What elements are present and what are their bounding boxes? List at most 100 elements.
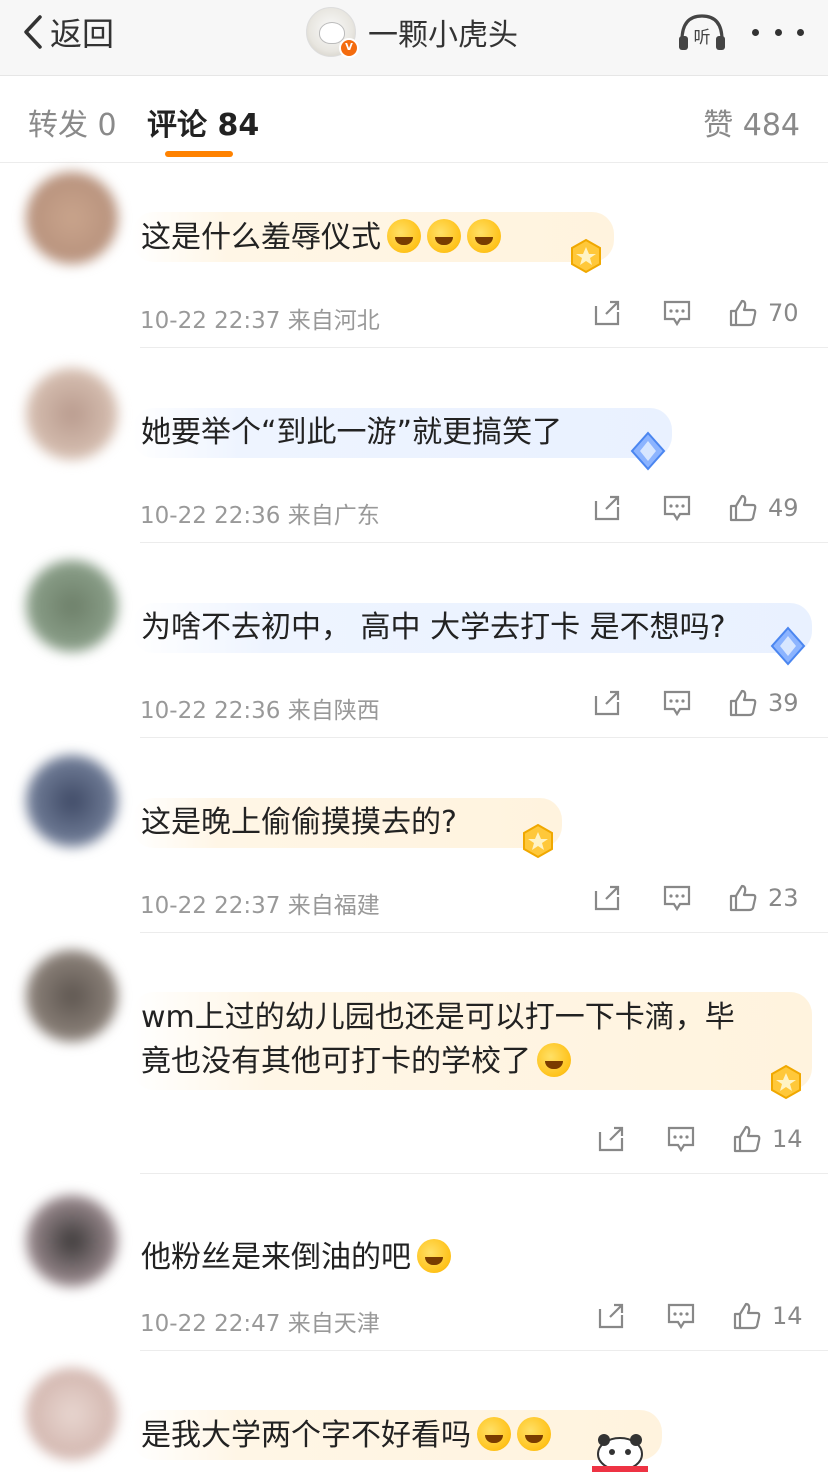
share-icon[interactable] <box>592 883 622 917</box>
comment-location: 来自河北 <box>287 308 380 334</box>
verified-badge: V <box>339 38 359 58</box>
share-icon[interactable] <box>596 1124 626 1158</box>
avatar[interactable] <box>26 368 118 460</box>
comment-meta: 10-22 22:37 来自河北 <box>140 301 380 335</box>
like-count: 70 <box>768 299 799 327</box>
comment-time: 10-22 22:47 <box>140 1311 281 1337</box>
like-button[interactable]: 14 <box>732 1301 803 1331</box>
comment-divider <box>140 1173 828 1174</box>
tabs-divider <box>0 162 828 163</box>
comment-text: 这是晚上偷偷摸摸去的? <box>141 805 457 840</box>
comment-divider <box>140 542 828 543</box>
comment-divider <box>140 737 828 738</box>
comment-icon[interactable] <box>666 1124 696 1158</box>
comment-meta: 10-22 22:36 来自陕西 <box>140 691 380 725</box>
panda-sticker-icon <box>592 1434 648 1472</box>
comment-location: 来自天津 <box>287 1311 380 1337</box>
comment-actions: 14 <box>596 1301 806 1333</box>
comment-text: 这是什么羞辱仪式 <box>141 216 501 260</box>
avatar[interactable] <box>26 1195 118 1287</box>
back-label: 返回 <box>50 15 115 53</box>
more-dots-icon[interactable] <box>752 16 804 48</box>
comment-actions: 14 <box>596 1124 806 1156</box>
avatar[interactable] <box>26 1368 118 1460</box>
comment-text: 她要举个“到此一游”就更搞笑了 <box>141 415 563 450</box>
comment-text: 为啥不去初中， 高中 大学去打卡 是不想吗? <box>141 610 726 645</box>
laughing-emoji-icon <box>387 219 421 253</box>
like-button[interactable]: 70 <box>728 298 799 328</box>
comment-divider <box>140 1350 828 1351</box>
blue-diamond-badge-icon <box>630 431 666 471</box>
comment-time: 10-22 22:36 <box>140 698 281 724</box>
gold-star-badge-icon <box>571 238 601 274</box>
comment-location: 来自福建 <box>287 893 380 919</box>
chevron-left-icon <box>24 15 42 49</box>
comment-text-content: 这是什么羞辱仪式 <box>141 220 381 255</box>
laughing-emoji-icon <box>417 1239 451 1273</box>
comment-location: 来自广东 <box>287 503 380 529</box>
thumbs-up-icon <box>733 1302 761 1330</box>
comment-actions: 49 <box>592 493 802 525</box>
share-icon[interactable] <box>592 493 622 527</box>
tab-bar: 转发 0 评论 84 赞 484 <box>0 76 828 162</box>
laughing-emoji-icon <box>467 219 501 253</box>
comment-text-content: 是我大学两个字不好看吗 <box>141 1418 471 1453</box>
like-button[interactable]: 39 <box>728 688 799 718</box>
avatar[interactable] <box>26 172 118 264</box>
comment-time: 10-22 22:37 <box>140 893 281 919</box>
comment-text-line: wm上过的幼儿园也还是可以打一下卡滴，毕 <box>141 1000 735 1035</box>
comment-icon[interactable] <box>662 688 692 722</box>
like-count: 14 <box>772 1302 803 1330</box>
laughing-emoji-icon <box>427 219 461 253</box>
top-navigation-bar: 返回 V 一颗小虎头 听 <box>0 0 828 76</box>
comment-icon[interactable] <box>662 298 692 332</box>
grinning-emoji-icon <box>517 1417 551 1451</box>
share-icon[interactable] <box>596 1301 626 1335</box>
comment-text: 是我大学两个字不好看吗 <box>141 1414 551 1458</box>
comment-meta: 10-22 22:36 来自广东 <box>140 496 380 530</box>
comment-text: wm上过的幼儿园也还是可以打一下卡滴，毕 竟也没有其他可打卡的学校了 <box>141 996 801 1084</box>
like-count: 49 <box>768 494 799 522</box>
comment-actions: 39 <box>592 688 802 720</box>
page-title: 一颗小虎头 <box>368 18 518 53</box>
avatar[interactable] <box>26 560 118 652</box>
like-count: 14 <box>772 1125 803 1153</box>
thumbs-up-icon <box>729 299 757 327</box>
thumbs-up-icon <box>733 1125 761 1153</box>
user-title[interactable]: V 一颗小虎头 <box>306 6 518 58</box>
thumbs-up-icon <box>729 884 757 912</box>
back-button[interactable]: 返回 <box>20 10 114 54</box>
comment-icon[interactable] <box>662 493 692 527</box>
comment-divider <box>140 347 828 348</box>
gold-star-badge-icon <box>771 1064 801 1100</box>
comment-text-content: 他粉丝是来倒油的吧 <box>141 1240 411 1275</box>
comment-time: 10-22 22:37 <box>140 308 281 334</box>
thumbs-up-icon <box>729 689 757 717</box>
avatar[interactable]: V <box>306 7 359 58</box>
like-button[interactable]: 49 <box>728 493 799 523</box>
share-icon[interactable] <box>592 298 622 332</box>
comment-meta: 10-22 22:37 来自福建 <box>140 886 380 920</box>
tab-likes[interactable]: 赞 484 <box>703 100 800 144</box>
comment-meta: 10-22 22:47 来自天津 <box>140 1304 380 1338</box>
gold-star-badge-icon <box>523 823 553 859</box>
like-count: 23 <box>768 884 799 912</box>
laughing-emoji-icon <box>537 1043 571 1077</box>
avatar[interactable] <box>26 950 118 1042</box>
active-tab-indicator <box>165 151 233 157</box>
share-icon[interactable] <box>592 688 622 722</box>
tab-repost[interactable]: 转发 0 <box>28 100 117 144</box>
headphones-listen-icon[interactable]: 听 <box>676 10 728 54</box>
avatar[interactable] <box>26 755 118 847</box>
like-count: 39 <box>768 689 799 717</box>
comment-icon[interactable] <box>666 1301 696 1335</box>
comment-text: 他粉丝是来倒油的吧 <box>141 1236 451 1280</box>
like-button[interactable]: 23 <box>728 883 799 913</box>
comment-text-line: 竟也没有其他可打卡的学校了 <box>141 1040 801 1084</box>
comment-text-content: 竟也没有其他可打卡的学校了 <box>141 1044 531 1079</box>
grinning-emoji-icon <box>477 1417 511 1451</box>
svg-text:听: 听 <box>694 28 711 48</box>
like-button[interactable]: 14 <box>732 1124 803 1154</box>
comment-time: 10-22 22:36 <box>140 503 281 529</box>
comment-icon[interactable] <box>662 883 692 917</box>
